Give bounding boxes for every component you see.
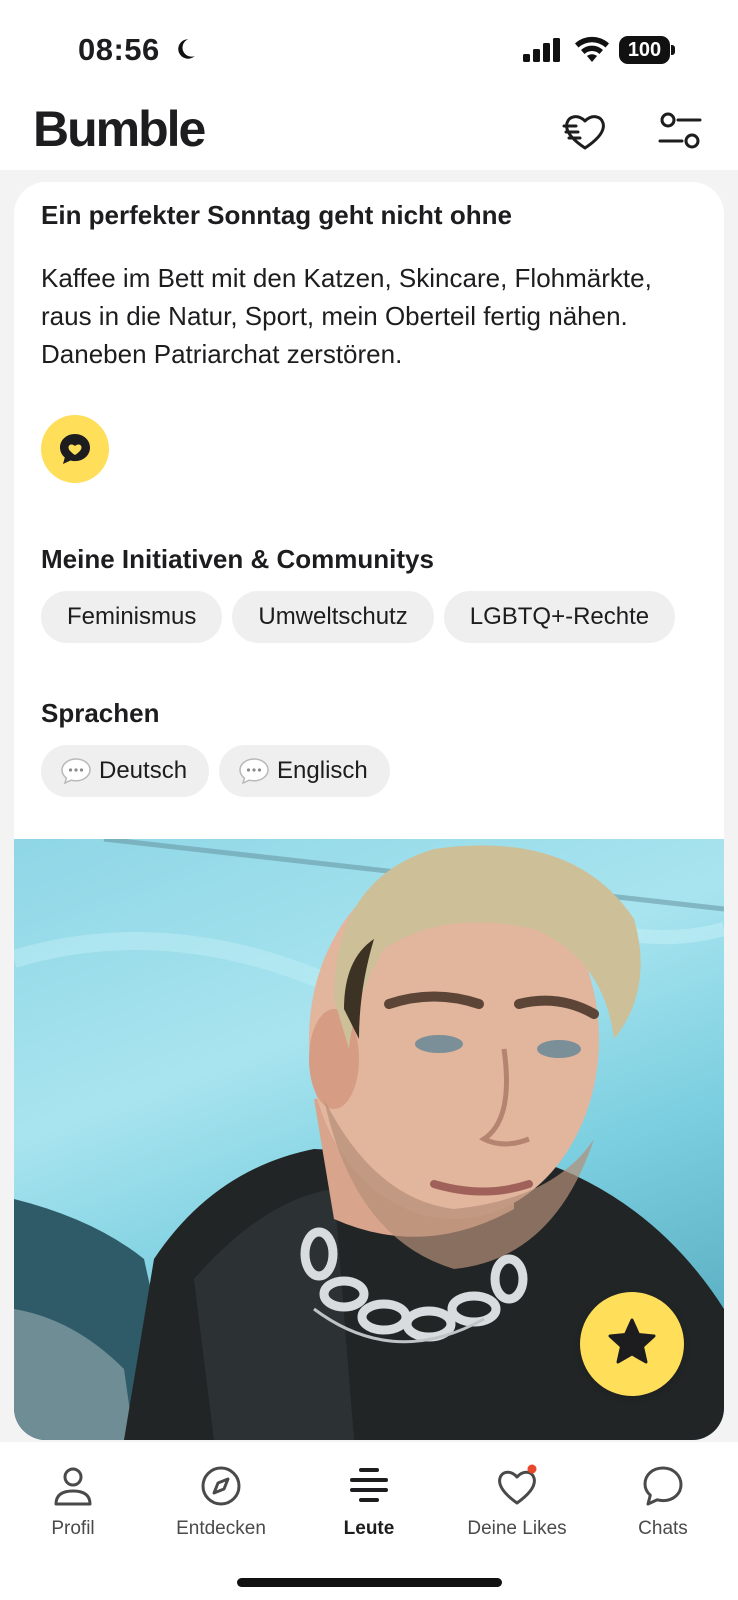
language-label: Deutsch	[99, 757, 188, 784]
battery-level: 100	[619, 36, 670, 64]
language-chip: Englisch	[219, 745, 390, 797]
bottom-navigation: Profil Entdecken Leute Deine Likes Chats	[0, 1442, 738, 1600]
language-label: Englisch	[277, 757, 368, 784]
nav-label: Leute	[343, 1518, 395, 1539]
community-chip: Umweltschutz	[232, 591, 434, 643]
clock: 08:56	[78, 32, 160, 67]
people-stack-icon	[350, 1468, 388, 1502]
speech-bubble-icon	[61, 758, 91, 784]
signal-icon	[523, 38, 560, 62]
prompt-answer: Kaffee im Bett mit den Katzen, Skincare,…	[41, 263, 652, 369]
likes-heart-icon[interactable]	[560, 106, 610, 156]
superswipe-button[interactable]	[580, 1292, 684, 1396]
chat-icon	[643, 1466, 683, 1506]
communities-chips: Feminismus Umweltschutz LGBTQ+-Rechte	[41, 591, 676, 643]
profile-icon	[54, 1467, 92, 1506]
wifi-icon	[575, 36, 609, 62]
nav-item-deine-likes[interactable]: Deine Likes	[452, 1464, 582, 1540]
community-chip: Feminismus	[41, 591, 223, 643]
battery-icon: 100	[619, 36, 675, 64]
prompt-question: Ein perfekter Sonntag geht nicht ohne	[41, 200, 512, 230]
community-chip: LGBTQ+-Rechte	[443, 591, 676, 643]
home-indicator[interactable]	[237, 1578, 502, 1587]
nav-item-entdecken[interactable]: Entdecken	[156, 1464, 286, 1540]
app-header: Bumble	[0, 100, 738, 180]
profile-card[interactable]: Ein perfekter Sonntag geht nicht ohne Ka…	[14, 182, 724, 1440]
heart-icon	[498, 1464, 537, 1505]
compass-icon	[201, 1466, 241, 1506]
reply-to-prompt-button[interactable]	[41, 415, 109, 483]
filter-icon[interactable]	[656, 106, 706, 156]
star-icon	[608, 1318, 656, 1364]
speech-bubble-icon	[239, 758, 269, 784]
notification-dot	[527, 1464, 537, 1474]
language-chip: Deutsch	[41, 745, 210, 797]
language-chips: Deutsch Englisch	[41, 745, 390, 797]
status-bar: 08:56 100	[0, 0, 738, 100]
communities-title: Meine Initiativen & Communitys	[41, 544, 434, 574]
app-logo: Bumble	[33, 101, 206, 157]
nav-item-chats[interactable]: Chats	[598, 1464, 728, 1540]
nav-item-profil[interactable]: Profil	[8, 1464, 138, 1540]
nav-label: Entdecken	[176, 1518, 266, 1539]
languages-title: Sprachen	[41, 698, 160, 728]
nav-label: Profil	[51, 1518, 95, 1539]
nav-item-leute[interactable]: Leute	[304, 1464, 434, 1540]
nav-label: Deine Likes	[467, 1518, 567, 1539]
nav-label: Chats	[638, 1518, 688, 1539]
chat-heart-icon	[60, 434, 90, 464]
moon-icon	[178, 39, 195, 59]
